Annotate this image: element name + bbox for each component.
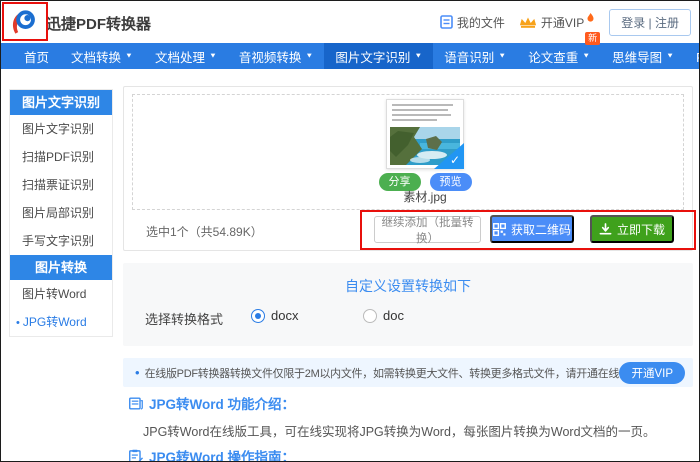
sidebar-item-image-ocr[interactable]: 图片文字识别 — [10, 115, 112, 143]
my-files-link[interactable]: 我的文件 — [440, 14, 505, 31]
nav-item-paper-check[interactable]: 论文查重 ▼ 新 — [517, 43, 601, 69]
sidebar-item-handwriting-ocr[interactable]: 手写文字识别 — [10, 227, 112, 255]
header-actions: 我的文件 开通VIP 登录 | 注册 — [440, 1, 691, 43]
qr-code-icon — [493, 223, 506, 236]
nav-item-mindmap[interactable]: 思维导图▼ — [601, 43, 685, 69]
format-option-doc[interactable]: doc — [363, 308, 404, 323]
document-icon — [440, 15, 453, 29]
chevron-down-icon: ▼ — [209, 53, 217, 60]
guide-section-heading: JPG转Word 操作指南： — [129, 446, 295, 462]
nav-item-doc-process[interactable]: 文档处理▼ — [144, 43, 228, 69]
nav-item-image-ocr[interactable]: 图片文字识别▼ — [324, 43, 433, 69]
guide-clipboard-icon — [129, 449, 143, 462]
open-vip-label: 开通VIP — [541, 14, 584, 31]
settings-title: 自定义设置转换如下 — [123, 276, 693, 296]
sidebar-item-image-to-word[interactable]: 图片转Word — [10, 280, 112, 308]
main-nav: 首页 文档转换▼ 文档处理▼ 音视频转换▼ 图片文字识别▼ 语音识别▼ 论文查重… — [1, 43, 699, 69]
add-more-button[interactable]: 继续添加（批量转换） — [374, 216, 481, 243]
sidebar-item-partial-ocr[interactable]: 图片局部识别 — [10, 199, 112, 227]
chevron-down-icon: ▼ — [414, 53, 422, 60]
settings-panel: 自定义设置转换如下 选择转换格式 docx doc — [123, 263, 693, 346]
new-badge: 新 — [585, 32, 600, 45]
sidebar-item-scan-pdf-ocr[interactable]: 扫描PDF识别 — [10, 143, 112, 171]
get-qr-button[interactable]: 获取二维码 — [490, 215, 574, 243]
crown-icon — [519, 16, 537, 29]
flame-icon — [587, 13, 594, 22]
file-name: 素材.jpg — [364, 188, 486, 205]
chevron-down-icon: ▼ — [125, 53, 133, 60]
login-register-button[interactable]: 登录 | 注册 — [609, 9, 691, 36]
chevron-down-icon: ▼ — [582, 53, 590, 60]
sidebar-item-jpg-to-word[interactable]: •JPG转Word — [10, 308, 112, 336]
bullet-icon: • — [135, 365, 140, 380]
format-option-docx[interactable]: docx — [251, 308, 298, 323]
download-button[interactable]: 立即下载 — [590, 215, 674, 243]
vip-notice-bar: • 在线版PDF转换器转换文件仅限于2M以内文件，如需转换更大文件、转换更多格式… — [123, 358, 693, 387]
sidebar: 图片文字识别 图片文字识别 扫描PDF识别 扫描票证识别 图片局部识别 手写文字… — [9, 89, 113, 337]
app-logo-icon — [10, 8, 38, 36]
nav-item-ppt-template[interactable]: PPT模板 — [685, 43, 700, 69]
nav-item-av-convert[interactable]: 音视频转换▼ — [228, 43, 324, 69]
vip-notice-text: 在线版PDF转换器转换文件仅限于2M以内文件，如需转换更大文件、转换更多格式文件… — [145, 365, 620, 381]
check-icon: ✓ — [450, 153, 460, 167]
intro-section-body: JPG转Word在线版工具，可在线实现将JPG转换为Word，每张图片转换为Wo… — [143, 421, 656, 440]
app-title: 迅捷PDF转换器 — [46, 13, 151, 34]
sidebar-section-convert-title: 图片转换 — [10, 255, 112, 280]
chevron-down-icon: ▼ — [498, 53, 506, 60]
bullet-icon: • — [16, 317, 20, 329]
chevron-down-icon: ▼ — [305, 53, 313, 60]
selection-summary: 选中1个（共54.89K） — [146, 223, 263, 240]
nav-item-doc-convert[interactable]: 文档转换▼ — [60, 43, 144, 69]
app-window: 迅捷PDF转换器 我的文件 开通VIP 登录 | — [0, 0, 700, 462]
radio-unchecked-icon — [363, 309, 377, 323]
open-vip-link[interactable]: 开通VIP — [519, 14, 595, 31]
radio-checked-icon — [251, 309, 265, 323]
chevron-down-icon: ▼ — [666, 53, 674, 60]
document-preview-lines — [387, 100, 463, 121]
my-files-label: 我的文件 — [457, 14, 505, 31]
download-icon — [599, 223, 612, 236]
format-label: 选择转换格式 — [145, 309, 223, 328]
newspaper-icon — [129, 397, 143, 410]
intro-section-heading: JPG转Word 功能介绍： — [129, 393, 295, 413]
nav-item-speech[interactable]: 语音识别▼ — [433, 43, 517, 69]
sidebar-item-scan-ticket-ocr[interactable]: 扫描票证识别 — [10, 171, 112, 199]
sidebar-section-ocr-title: 图片文字识别 — [10, 90, 112, 115]
nav-item-home[interactable]: 首页 — [13, 43, 60, 69]
open-vip-button[interactable]: 开通VIP — [619, 362, 685, 384]
file-thumbnail[interactable]: ✓ — [386, 99, 464, 169]
